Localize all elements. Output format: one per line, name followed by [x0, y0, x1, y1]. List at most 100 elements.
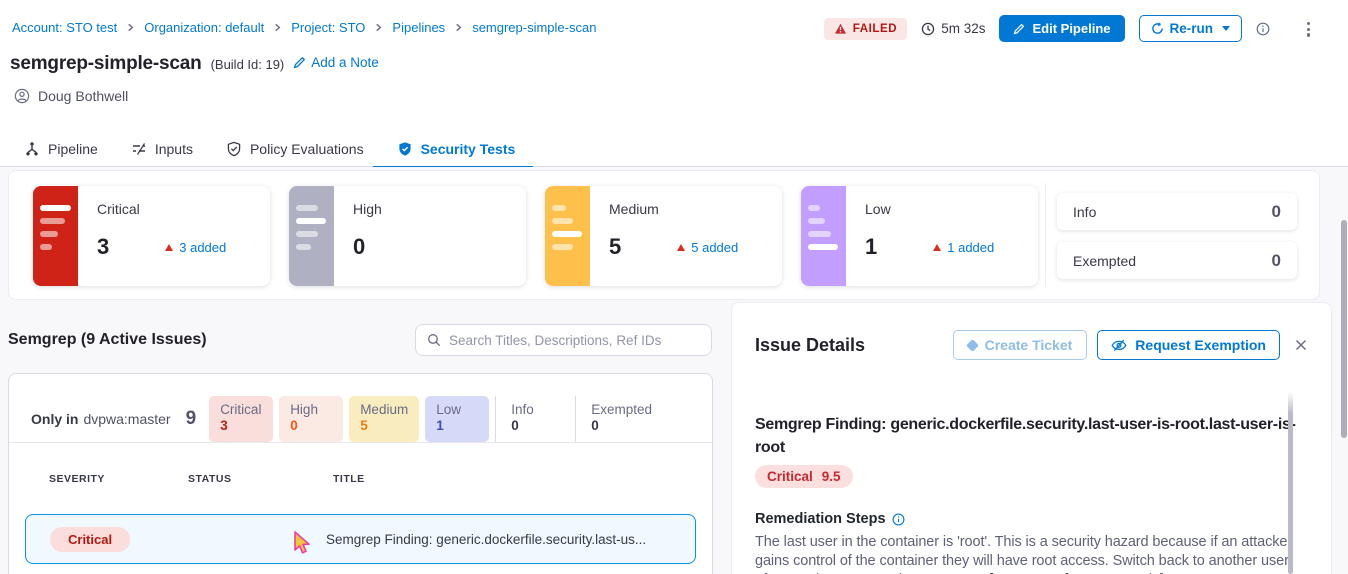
filter-pill-high[interactable]: High 0 — [279, 396, 343, 442]
pill-label: Critical — [220, 402, 262, 417]
issue-details-panel: Issue Details Create Ticket Request Exem… — [731, 302, 1332, 574]
chevron-right-icon — [126, 23, 135, 32]
author-row: Doug Bothwell — [14, 88, 128, 104]
create-ticket-button[interactable]: Create Ticket — [953, 330, 1088, 360]
author-name: Doug Bothwell — [38, 88, 128, 104]
breadcrumb-account[interactable]: Account: STO test — [12, 20, 117, 35]
issue-title: Semgrep Finding: generic.dockerfile.secu… — [326, 532, 695, 547]
chevron-down-icon — [1222, 26, 1230, 31]
severity-card-label: Low — [865, 201, 1024, 217]
severity-card-count: 1 — [865, 234, 877, 260]
triangle-up-icon — [165, 244, 173, 251]
column-status: STATUS — [188, 473, 333, 485]
severity-card-label: High — [353, 201, 512, 217]
user-icon — [14, 88, 30, 104]
add-note-link[interactable]: Add a Note — [293, 55, 379, 70]
severity-card-critical[interactable]: Critical 3 3 added — [33, 186, 270, 286]
severity-card-count: 3 — [97, 234, 109, 260]
search-input[interactable] — [449, 333, 700, 348]
issues-heading: Semgrep (9 Active Issues) — [8, 331, 207, 349]
tab-pipeline[interactable]: Pipeline — [14, 132, 108, 167]
remediation-body: The last user in the container is 'root'… — [755, 534, 1292, 574]
tab-inputs[interactable]: Inputs — [121, 132, 203, 167]
filter-pill-low[interactable]: Low 1 — [425, 396, 489, 442]
breadcrumb: Account: STO test Organization: default … — [12, 20, 596, 35]
remediation-text: The last user in the container is 'root'… — [755, 533, 1300, 574]
severity-score: 9.5 — [822, 469, 841, 484]
rerun-button[interactable]: Re-run — [1139, 15, 1243, 42]
pill-label: Exempted — [591, 402, 652, 417]
severity-card-count: 5 — [609, 234, 621, 260]
more-options-menu[interactable] — [1305, 20, 1312, 39]
issue-details-heading: Issue Details — [755, 335, 865, 356]
close-icon[interactable] — [1294, 338, 1308, 352]
severity-card-label: Critical — [97, 201, 256, 217]
inputs-icon — [131, 141, 147, 157]
info-icon[interactable] — [1256, 22, 1270, 36]
rerun-label: Re-run — [1170, 21, 1214, 36]
shield-check-icon — [226, 141, 242, 157]
status-badge-label: FAILED — [853, 23, 898, 35]
security-tests-page: Account: STO test Organization: default … — [0, 0, 1348, 574]
refresh-icon — [1151, 22, 1164, 35]
severity-bars-icon — [801, 186, 846, 286]
pill-count: 5 — [360, 418, 408, 433]
page-scrollbar[interactable] — [1341, 220, 1347, 438]
severity-card-label: Info — [1073, 204, 1096, 220]
severity-card-high[interactable]: High 0 — [289, 186, 526, 286]
edit-pipeline-button[interactable]: Edit Pipeline — [999, 15, 1124, 42]
duration-value: 5m 32s — [941, 21, 985, 36]
remediation-heading: Remediation Steps — [755, 511, 886, 527]
pill-count: 0 — [591, 418, 652, 433]
pipeline-icon — [24, 141, 40, 157]
add-note-label: Add a Note — [311, 55, 379, 70]
severity-bars-icon — [33, 186, 78, 286]
severity-card-info[interactable]: Info 0 — [1057, 193, 1297, 230]
breadcrumb-project[interactable]: Project: STO — [291, 20, 365, 35]
table-header: SEVERITY STATUS TITLE — [9, 443, 712, 485]
breadcrumb-organization[interactable]: Organization: default — [144, 20, 264, 35]
shield-icon — [397, 141, 413, 157]
status-badge: FAILED — [824, 18, 908, 40]
column-title: TITLE — [333, 473, 696, 485]
search-icon — [427, 333, 441, 347]
severity-bars-icon — [545, 186, 590, 286]
issue-row-selected[interactable]: Critical Semgrep Finding: generic.docker… — [25, 514, 696, 564]
filter-target: dvpwa:master — [83, 411, 170, 427]
chevron-right-icon — [374, 23, 383, 32]
pill-count: 1 — [436, 418, 478, 433]
edit-pipeline-label: Edit Pipeline — [1032, 21, 1110, 36]
create-ticket-label: Create Ticket — [985, 337, 1073, 353]
eye-off-icon — [1111, 338, 1127, 353]
issues-list-card: Only in dvpwa:master 9 Critical 3 High 0… — [8, 373, 713, 574]
tab-policy-evaluations-label: Policy Evaluations — [250, 141, 364, 157]
request-exemption-button[interactable]: Request Exemption — [1097, 330, 1280, 360]
panel-scrollbar[interactable] — [1288, 392, 1293, 574]
filter-pill-info[interactable]: Info 0 — [495, 396, 569, 442]
severity-card-medium[interactable]: Medium 5 5 added — [545, 186, 782, 286]
filter-pill-medium[interactable]: Medium 5 — [349, 396, 419, 442]
tab-security-tests[interactable]: Security Tests — [387, 132, 526, 167]
severity-score-badge: Critical 9.5 — [755, 465, 853, 488]
chevron-right-icon — [273, 23, 282, 32]
pill-count: 0 — [290, 418, 332, 433]
triangle-up-icon — [933, 244, 941, 251]
breadcrumb-pipelines[interactable]: Pipelines — [392, 20, 445, 35]
tab-inputs-label: Inputs — [155, 141, 193, 157]
tab-policy-evaluations[interactable]: Policy Evaluations — [216, 132, 374, 167]
severity-card-low[interactable]: Low 1 1 added — [801, 186, 1038, 286]
filter-pill-exempted[interactable]: Exempted 0 — [575, 396, 663, 442]
severity-card-exempted[interactable]: Exempted 0 — [1057, 242, 1297, 279]
added-label: 3 added — [179, 240, 226, 255]
severity-card-count: 0 — [353, 234, 365, 260]
filter-total-count: 9 — [186, 408, 197, 430]
pill-label: Info — [511, 402, 558, 417]
added-indicator: 3 added — [165, 240, 226, 255]
filter-pill-critical[interactable]: Critical 3 — [209, 396, 273, 442]
pencil-icon — [293, 56, 306, 69]
duration: 5m 32s — [921, 21, 985, 36]
info-icon[interactable] — [892, 513, 905, 526]
filter-prefix: Only in — [31, 411, 78, 427]
tab-security-tests-label: Security Tests — [421, 141, 516, 157]
breadcrumb-current[interactable]: semgrep-simple-scan — [472, 20, 596, 35]
